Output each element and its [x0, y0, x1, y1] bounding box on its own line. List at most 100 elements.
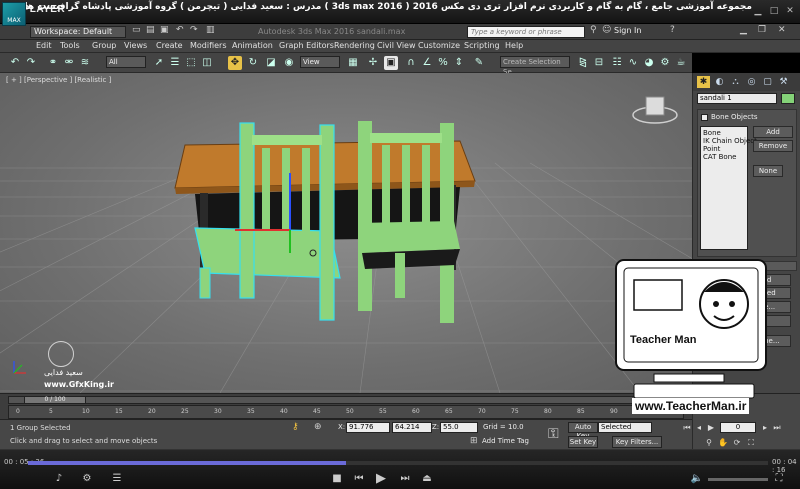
select-scale-icon[interactable]: ◪: [264, 56, 278, 70]
modify-tab-icon[interactable]: ◐: [713, 76, 726, 88]
time-slider-thumb[interactable]: 0 / 100: [24, 396, 86, 404]
bind-spacewarp-icon[interactable]: ≋: [78, 56, 92, 70]
mirror-icon[interactable]: ⧎: [576, 56, 590, 70]
workspace-dropdown[interactable]: Workspace: Default: [30, 26, 126, 38]
settings-icon[interactable]: ⚙: [80, 473, 94, 484]
unlink-icon[interactable]: ⚮: [62, 56, 76, 70]
player-play-icon[interactable]: ▶: [374, 471, 388, 486]
render-icon[interactable]: ☕: [674, 56, 688, 70]
select-move-icon[interactable]: ✥: [228, 56, 242, 70]
save-icon[interactable]: ▣: [160, 25, 169, 35]
new-file-icon[interactable]: ▭: [132, 25, 141, 35]
redo-icon[interactable]: ↷: [190, 25, 198, 35]
search-icon[interactable]: ⚲: [590, 25, 597, 35]
menu-views[interactable]: Views: [124, 41, 147, 50]
absolute-mode-icon[interactable]: ⊕: [314, 422, 322, 432]
align-icon[interactable]: ⊟: [592, 56, 606, 70]
key-mode-dropdown[interactable]: Selected: [598, 422, 652, 433]
key-filters-button[interactable]: Key Filters...: [612, 436, 662, 448]
time-slider-track[interactable]: [8, 396, 684, 404]
viewport-scene[interactable]: [0, 73, 692, 393]
select-object-icon[interactable]: ➚: [152, 56, 166, 70]
y-coordinate-field[interactable]: 64.214: [392, 422, 432, 433]
eject-icon[interactable]: ⏏: [420, 473, 434, 484]
zoom-icon[interactable]: ⚲: [704, 438, 714, 448]
spinner-snap-icon[interactable]: ⇕: [452, 56, 466, 70]
select-rotate-icon[interactable]: ↻: [246, 56, 260, 70]
pivot-center-icon[interactable]: ▦: [346, 56, 360, 70]
object-name-field[interactable]: sandali 1: [697, 93, 777, 104]
help-search-input[interactable]: Type a keyword or phrase: [467, 26, 585, 38]
curve-editor-icon[interactable]: ∿: [626, 56, 640, 70]
snaps-toggle-icon[interactable]: ∩: [404, 56, 418, 70]
display-tab-icon[interactable]: ▢: [761, 76, 774, 88]
selection-filter-dropdown[interactable]: All: [106, 56, 146, 68]
perspective-viewport[interactable]: [ + ] [Perspective ] [Realistic ]: [0, 73, 692, 393]
project-folder-icon[interactable]: ▥: [206, 25, 215, 35]
list-item[interactable]: IK Chain Object: [703, 137, 757, 145]
add-time-tag-button[interactable]: Add Time Tag: [482, 437, 529, 445]
list-item[interactable]: Bone: [703, 129, 721, 137]
help-icon[interactable]: ?: [670, 25, 675, 35]
menu-civil-view[interactable]: Civil View: [377, 41, 416, 50]
list-item[interactable]: CAT Bone: [703, 153, 736, 161]
menu-create[interactable]: Create: [156, 41, 183, 50]
select-manipulate-icon[interactable]: ✢: [366, 56, 380, 70]
maximize-icon[interactable]: □: [768, 5, 780, 17]
menu-group[interactable]: Group: [92, 41, 116, 50]
menu-tools[interactable]: Tools: [60, 41, 80, 50]
app-restore-icon[interactable]: ❐: [758, 25, 766, 35]
viewport-label[interactable]: [ + ] [Perspective ] [Realistic ]: [6, 76, 111, 84]
next-frame-icon[interactable]: ▸: [760, 423, 770, 433]
edit-named-selection-icon[interactable]: ✎: [472, 56, 486, 70]
lock-icon[interactable]: ⚷: [292, 422, 299, 432]
bone-objects-checkbox[interactable]: [701, 114, 708, 121]
keyboard-shortcut-icon[interactable]: ▣: [384, 56, 398, 70]
reference-coord-dropdown[interactable]: View: [300, 56, 340, 68]
remove-button[interactable]: Remove: [753, 140, 793, 152]
goto-start-icon[interactable]: ⏮: [682, 423, 692, 433]
scene-explorer-icon[interactable]: ☷: [610, 56, 624, 70]
utilities-tab-icon[interactable]: ⚒: [777, 76, 790, 88]
add-button[interactable]: Add: [753, 126, 793, 138]
stop-icon[interactable]: ■: [330, 473, 344, 484]
menu-scripting[interactable]: Scripting: [464, 41, 500, 50]
time-tag-icon[interactable]: ⊞: [470, 436, 478, 446]
angle-snap-icon[interactable]: ∠: [420, 56, 434, 70]
orbit-icon[interactable]: ⟳: [732, 438, 742, 448]
material-editor-icon[interactable]: ◕: [642, 56, 656, 70]
fullscreen-icon[interactable]: ⛶: [772, 473, 786, 484]
maximize-viewport-icon[interactable]: ⛶: [746, 438, 756, 448]
menu-graph-editors[interactable]: Graph Editors: [279, 41, 334, 50]
playlist-icon[interactable]: ☰: [110, 473, 124, 484]
hierarchy-tab-icon[interactable]: ⛬: [729, 76, 742, 88]
play-icon[interactable]: ▶: [706, 423, 716, 433]
named-selection-set-dropdown[interactable]: Create Selection Se: [500, 56, 570, 76]
menu-rendering[interactable]: Rendering: [334, 41, 375, 50]
auto-key-button[interactable]: Auto Key: [568, 422, 598, 440]
list-item[interactable]: Point: [703, 145, 720, 153]
viewcube[interactable]: [632, 96, 678, 124]
none-button[interactable]: None: [753, 165, 783, 177]
menu-edit[interactable]: Edit: [36, 41, 52, 50]
player-next-icon[interactable]: ⏭: [398, 473, 412, 484]
menu-customize[interactable]: Customize: [418, 41, 460, 50]
select-place-icon[interactable]: ◉: [282, 56, 296, 70]
set-key-button[interactable]: Set Key: [568, 436, 598, 448]
motion-tab-icon[interactable]: ◎: [745, 76, 758, 88]
pan-icon[interactable]: ✋: [718, 438, 728, 448]
open-file-icon[interactable]: ▤: [146, 25, 155, 35]
close-icon[interactable]: ✕: [784, 5, 796, 17]
app-close-icon[interactable]: ✕: [778, 25, 786, 35]
window-crossing-icon[interactable]: ◫: [200, 56, 214, 70]
player-prev-icon[interactable]: ⏮: [352, 473, 366, 484]
undo-icon[interactable]: ↶: [176, 25, 184, 35]
current-frame-field[interactable]: 0: [720, 422, 756, 433]
menu-help[interactable]: Help: [505, 41, 523, 50]
audio-icon[interactable]: ♪: [52, 473, 66, 484]
max-logo[interactable]: MAX: [2, 2, 26, 26]
volume-slider[interactable]: [708, 478, 768, 481]
bone-type-list[interactable]: Bone IK Chain Object Point CAT Bone: [700, 126, 757, 250]
volume-icon[interactable]: 🔈: [690, 473, 704, 484]
sign-in-button[interactable]: Sign In: [614, 26, 641, 35]
